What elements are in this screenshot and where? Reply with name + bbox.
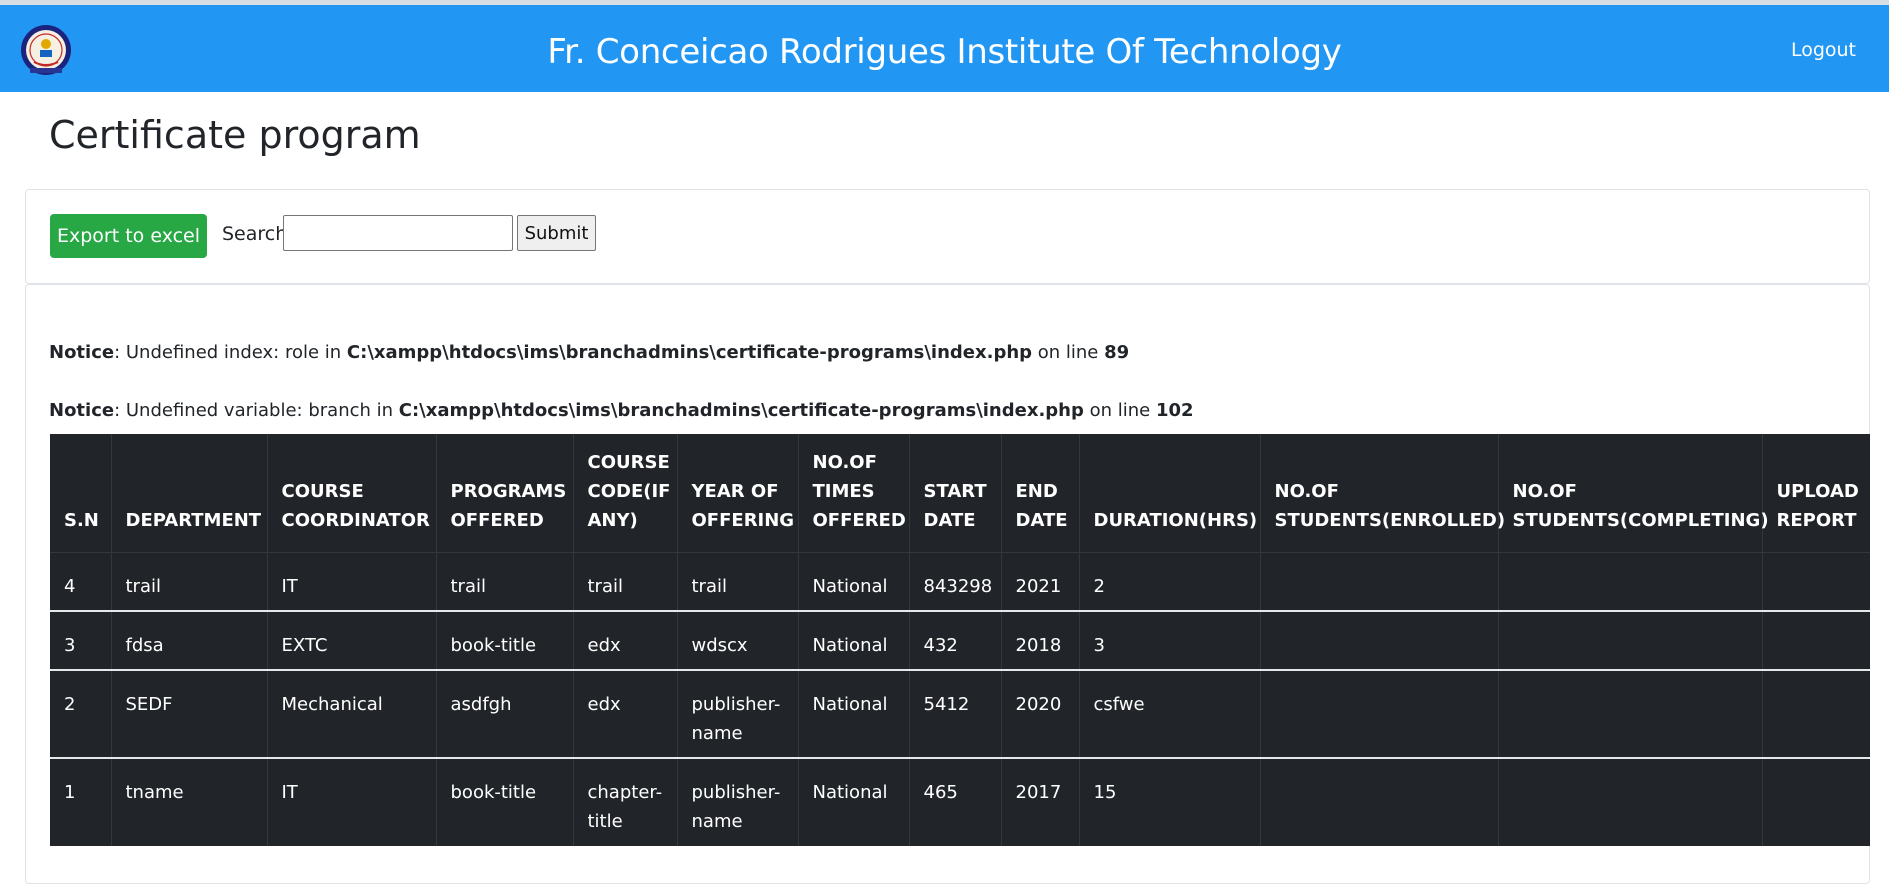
table-cell[interactable] (1761, 669, 1870, 758)
table-cell: 2020 (1000, 669, 1079, 758)
table-cell: chapter-title (572, 757, 677, 846)
table-cell: 4 (50, 551, 111, 611)
notice-line-number: 102 (1155, 400, 1194, 421)
table-cell: trail (110, 551, 267, 611)
table-cell[interactable] (1761, 757, 1870, 846)
notice-path: C:\xampp\htdocs\ims\branchadmins\certifi… (346, 342, 1033, 363)
table-cell: 465 (908, 757, 1001, 846)
table-cell: edx (572, 610, 677, 670)
table-cell (1259, 669, 1498, 758)
table-cell: trail (435, 551, 573, 611)
column-header-upload-report: UPLOAD REPORT (1761, 434, 1870, 552)
table-cell: asdfgh (435, 669, 573, 758)
table-cell: edx (572, 669, 677, 758)
table-cell: 2017 (1000, 757, 1079, 846)
table-cell (1497, 551, 1762, 611)
table-cell: trail (676, 551, 798, 611)
table-cell: SEDF (110, 669, 267, 758)
institute-name[interactable]: Fr. Conceicao Rodrigues Institute Of Tec… (0, 31, 1889, 73)
notice-line-number: 89 (1104, 342, 1130, 363)
table-cell: csfwe (1078, 669, 1260, 758)
table-cell (1497, 757, 1762, 846)
logout-link[interactable]: Logout (1791, 39, 1856, 61)
top-navbar: Fr. Conceicao Rodrigues Institute Of Tec… (0, 5, 1889, 92)
table-cell: 2 (1078, 551, 1260, 611)
table-cell: National (797, 757, 909, 846)
table-cell: 2021 (1000, 551, 1079, 611)
export-to-excel-button[interactable]: Export to excel (50, 214, 207, 258)
notice-message: : Undefined variable: branch in (114, 400, 399, 421)
notice-message: : Undefined index: role in (114, 342, 347, 363)
table-cell: book-title (435, 610, 573, 670)
table-cell: publisher-name (676, 757, 798, 846)
notice-on-line: on line (1032, 342, 1105, 363)
column-header-students-completing: NO.OF STUDENTS(COMPLETING) (1497, 434, 1769, 552)
table-cell: trail (572, 551, 677, 611)
table-cell: 843298 (908, 551, 1001, 611)
php-notice: Notice: Undefined variable: branch in C:… (49, 400, 1194, 421)
table-cell: IT (266, 551, 436, 611)
table-cell (1259, 610, 1498, 670)
column-header-course-code: COURSE CODE(IF ANY) (572, 434, 677, 552)
table-cell: National (797, 669, 909, 758)
certificate-programs-table: S.N DEPARTMENT COURSE COORDINATOR PROGRA… (50, 434, 1870, 846)
table-cell: book-title (435, 757, 573, 846)
table-cell (1497, 610, 1762, 670)
table-cell: EXTC (266, 610, 436, 670)
column-header-times-offered: NO.OF TIMES OFFERED (797, 434, 909, 552)
table-cell: 5412 (908, 669, 1001, 758)
column-header-start-date: START DATE (908, 434, 1001, 552)
column-header-course-coordinator: COURSE COORDINATOR (266, 434, 436, 552)
table-cell: 2018 (1000, 610, 1079, 670)
table-cell: IT (266, 757, 436, 846)
table-cell: publisher-name (676, 669, 798, 758)
search-input[interactable] (283, 215, 513, 251)
table-cell: 15 (1078, 757, 1260, 846)
table-row: 4 trail IT trail trail trail National 84… (50, 551, 1870, 611)
table-cell: wdscx (676, 610, 798, 670)
table-cell: 3 (50, 610, 111, 670)
table-header-row: S.N DEPARTMENT COURSE COORDINATOR PROGRA… (50, 434, 1870, 552)
table-cell[interactable] (1761, 610, 1870, 670)
table-cell: 1 (50, 757, 111, 846)
table-cell: 3 (1078, 610, 1260, 670)
table-cell: 2 (50, 669, 111, 758)
table-cell: National (797, 610, 909, 670)
table-cell: National (797, 551, 909, 611)
notice-label: Notice (49, 342, 115, 363)
table-cell[interactable] (1761, 551, 1870, 611)
php-notice: Notice: Undefined index: role in C:\xamp… (49, 342, 1129, 363)
column-header-end-date: END DATE (1000, 434, 1079, 552)
table-cell (1497, 669, 1762, 758)
column-header-year-of-offering: YEAR OF OFFERING (676, 434, 798, 552)
table-cell (1259, 757, 1498, 846)
notice-path: C:\xampp\htdocs\ims\branchadmins\certifi… (398, 400, 1084, 421)
column-header-programs-offered: PROGRAMS OFFERED (435, 434, 573, 552)
table-cell: tname (110, 757, 267, 846)
table-cell: fdsa (110, 610, 267, 670)
submit-button[interactable]: Submit (517, 215, 596, 251)
column-header-department: DEPARTMENT (110, 434, 267, 552)
column-header-duration: DURATION(HRS) (1078, 434, 1260, 552)
table-row: 2 SEDF Mechanical asdfgh edx publisher-n… (50, 669, 1870, 758)
column-header-sn: S.N (64, 509, 99, 531)
table-row: 1 tname IT book-title chapter-title publ… (50, 757, 1870, 846)
toolbar-card: Export to excel Search Submit (25, 189, 1870, 284)
table-cell: Mechanical (266, 669, 436, 758)
column-header-students-enrolled: NO.OF STUDENTS(ENROLLED) (1259, 434, 1505, 552)
search-label: Search (222, 223, 288, 245)
table-row: 3 fdsa EXTC book-title edx wdscx Nationa… (50, 610, 1870, 670)
page-title: Certificate program (49, 113, 421, 157)
notice-label: Notice (49, 400, 115, 421)
table-cell (1259, 551, 1498, 611)
table-cell: 432 (908, 610, 1001, 670)
notice-on-line: on line (1083, 400, 1156, 421)
